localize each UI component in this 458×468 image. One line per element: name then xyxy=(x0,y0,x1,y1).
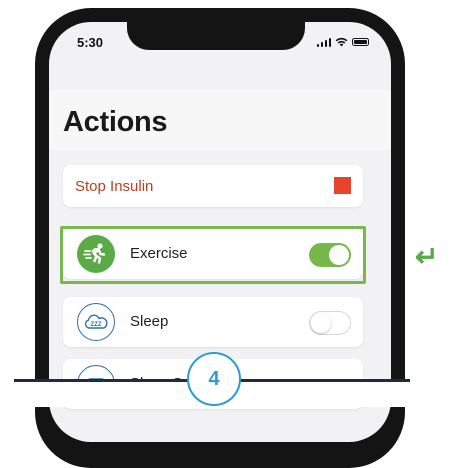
sleep-label: Sleep xyxy=(130,313,169,330)
toggle-knob xyxy=(311,313,331,333)
status-time: 5:30 xyxy=(77,35,104,50)
stop-insulin-label: Stop Insulin xyxy=(75,178,154,195)
stop-insulin-row[interactable]: Stop Insulin xyxy=(63,165,363,207)
wifi-icon xyxy=(335,37,348,47)
exercise-highlight xyxy=(60,226,366,284)
stop-square-icon[interactable] xyxy=(334,177,351,194)
step-badge: 4 xyxy=(187,352,241,406)
return-arrow-icon: ↵ xyxy=(415,241,439,272)
zzz-cloud-icon: ZZZ xyxy=(77,303,115,341)
status-icons xyxy=(316,37,369,47)
battery-icon xyxy=(352,38,369,46)
svg-text:ZZZ: ZZZ xyxy=(91,322,102,328)
sleep-row[interactable]: ZZZ Sleep xyxy=(63,297,363,347)
page-title: Actions xyxy=(63,106,168,138)
phone-notch xyxy=(127,22,305,50)
sleep-toggle[interactable] xyxy=(309,311,351,335)
signal-icon xyxy=(316,37,331,47)
